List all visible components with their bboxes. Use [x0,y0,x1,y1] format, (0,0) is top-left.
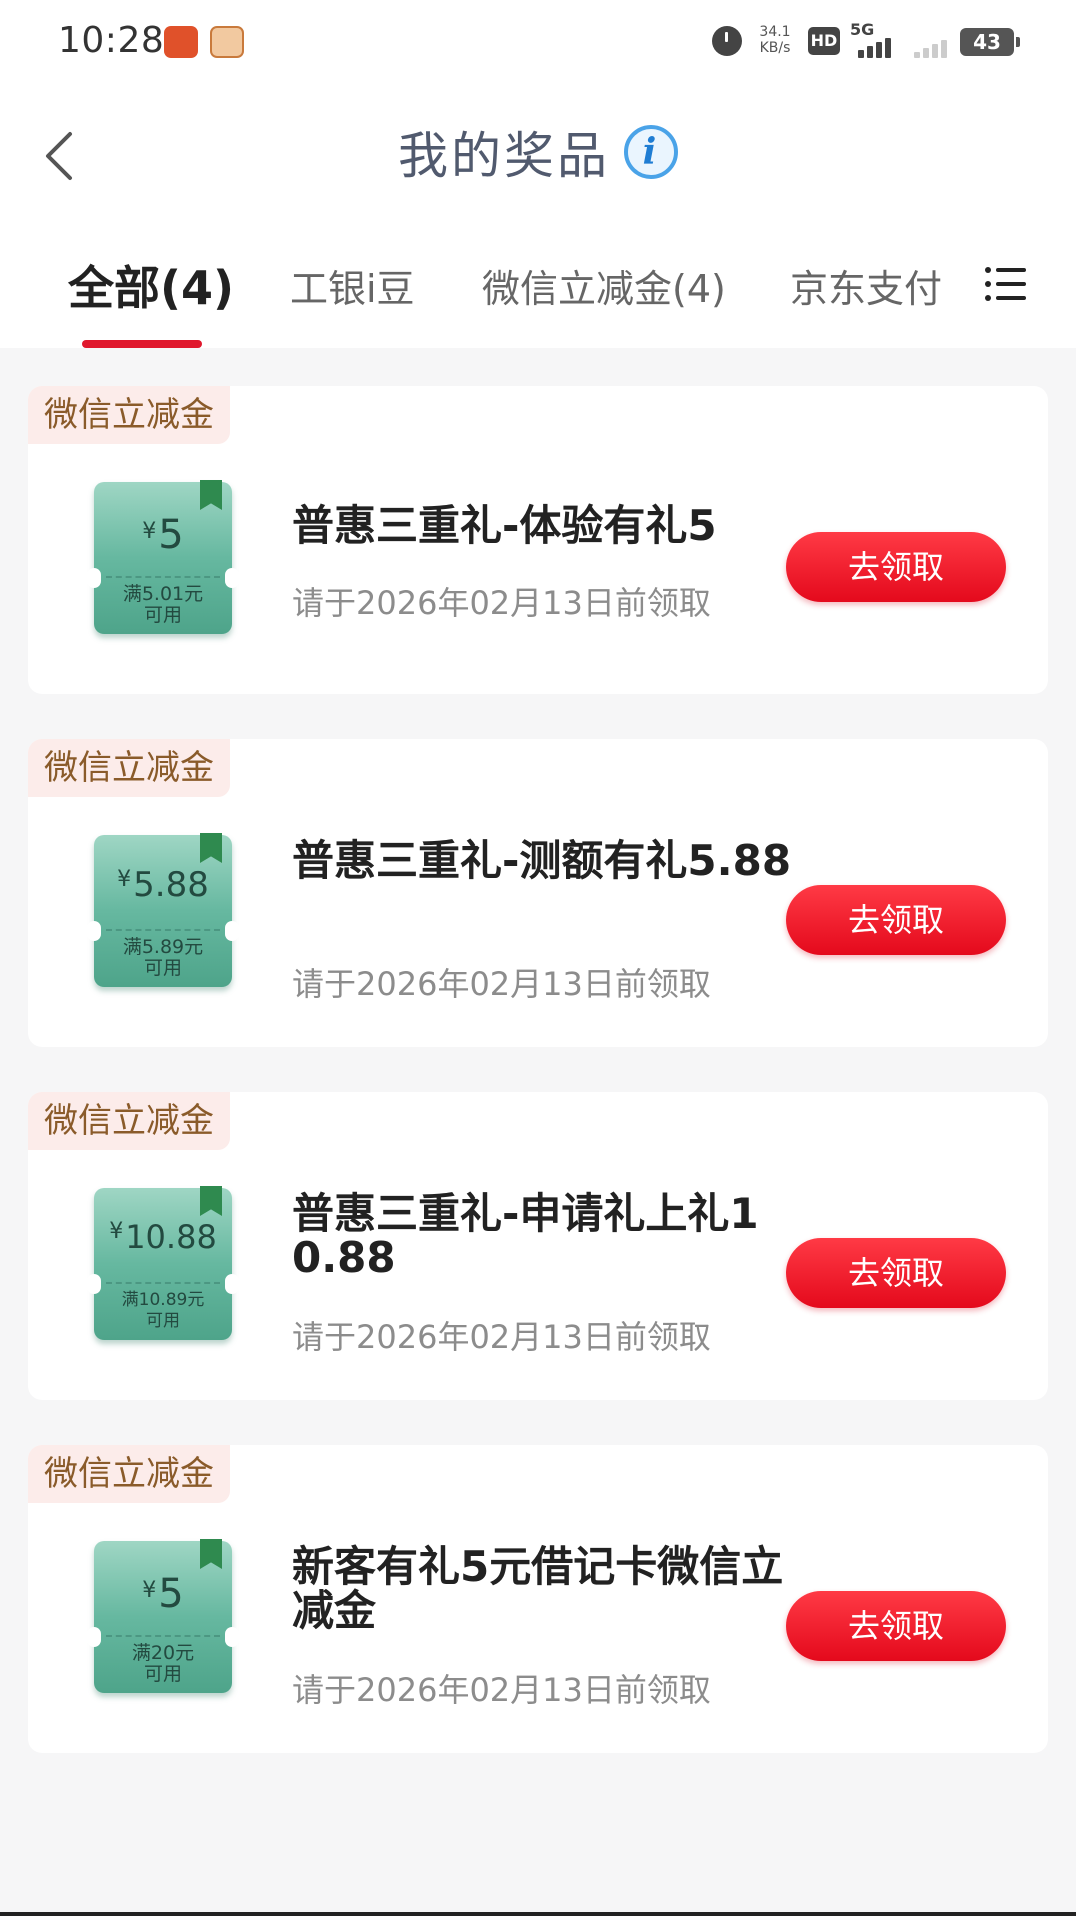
coupon-condition-line2: 可用 [143,604,182,626]
prize-card: 微信立减金 ¥5 满20元 可用 新客有礼5元借记卡微信立减金 请于2026年0… [28,1445,1048,1753]
network-type-label: 5G [850,20,875,39]
coupon-amount: ¥5 [94,512,232,558]
coupon-amount: ¥5 [94,1571,232,1617]
coupon-divider [106,1282,220,1284]
network-speed: 34.1 KB/s [750,24,800,56]
coupon-amount: ¥5.88 [94,865,232,905]
coupon-value: 5 [158,1571,184,1617]
prize-title: 新客有礼5元借记卡微信立减金 [292,1542,784,1635]
currency-symbol: ¥ [142,1578,157,1603]
coupon-ribbon-icon [200,1186,222,1216]
coupon-condition-line2: 可用 [146,1311,180,1331]
currency-symbol: ¥ [109,1219,124,1244]
prize-card: 微信立减金 ¥5.88 满5.89元 可用 普惠三重礼-测额有礼5.88 请于2… [28,739,1048,1047]
prize-type-tag: 微信立减金 [28,1445,230,1503]
coupon-ticket: ¥5 满20元 可用 [87,1539,239,1693]
coupon-amount: ¥10.88 [94,1218,232,1256]
active-tab-indicator [82,340,202,348]
tab-all[interactable]: 全部(4) [68,252,234,318]
prize-expiry: 请于2026年02月13日前领取 [292,584,711,622]
tab-icbc-beans[interactable]: 工银i豆 [290,258,415,313]
coupon-condition: 满5.01元 可用 [94,584,232,626]
prize-title: 普惠三重礼-申请礼上礼10.88 [292,1189,759,1282]
app-notification-icon-2 [210,26,244,58]
coupon-ticket: ¥10.88 满10.89元 可用 [87,1186,239,1340]
prize-title: 普惠三重礼-测额有礼5.88 [292,836,792,885]
app-notification-icon [164,26,198,58]
coupon-divider [106,929,220,931]
tab-wechat-discount[interactable]: 微信立减金(4) [482,258,726,313]
coupon-condition: 满5.89元 可用 [94,937,232,979]
bottom-edge [0,1912,1076,1916]
claim-button[interactable]: 去领取 [786,1591,1006,1661]
prize-expiry: 请于2026年02月13日前领取 [292,965,711,1003]
prize-card: 微信立减金 ¥10.88 满10.89元 可用 普惠三重礼-申请礼上礼10.88… [28,1092,1048,1400]
coupon-ribbon-icon [200,480,222,510]
claim-button[interactable]: 去领取 [786,885,1006,955]
coupon-condition: 满20元 可用 [94,1643,232,1685]
coupon-divider [106,576,220,578]
coupon-value: 5 [158,512,184,558]
coupon-condition-line2: 可用 [143,957,182,979]
network-speed-value: 34.1 [759,24,791,40]
header: 我的奖品 i [0,86,1076,218]
coupon-condition-line1: 满10.89元 [121,1290,205,1310]
coupon-condition-line1: 满20元 [131,1642,195,1664]
coupon-condition-line1: 满5.89元 [122,936,204,958]
prize-title: 普惠三重礼-体验有礼5 [292,501,717,550]
signal-icon [910,22,950,62]
alarm-icon [712,26,742,56]
prize-type-tag: 微信立减金 [28,386,230,444]
network-speed-unit: KB/s [759,40,791,56]
coupon-ticket: ¥5.88 满5.89元 可用 [87,833,239,987]
status-time: 10:28 [58,20,165,61]
prize-expiry: 请于2026年02月13日前领取 [292,1318,711,1356]
prize-type-tag: 微信立减金 [28,739,230,797]
currency-symbol: ¥ [142,519,157,544]
coupon-ribbon-icon [200,1539,222,1569]
prize-card: 微信立减金 ¥5 满5.01元 可用 普惠三重礼-体验有礼5 请于2026年02… [28,386,1048,694]
battery-icon: 43 [960,28,1020,56]
info-icon[interactable]: i [624,125,678,179]
status-bar: 10:28 34.1 KB/s HD 5G 43 [0,0,1076,86]
coupon-value: 10.88 [125,1218,217,1256]
currency-symbol: ¥ [117,867,132,892]
coupon-ticket: ¥5 满5.01元 可用 [87,480,239,634]
hd-icon: HD [808,27,840,55]
tab-jd-pay[interactable]: 京东支付 [790,258,942,313]
prize-expiry: 请于2026年02月13日前领取 [292,1671,711,1709]
coupon-condition-line1: 满5.01元 [122,583,204,605]
menu-list-icon[interactable] [984,264,1028,304]
coupon-ribbon-icon [200,833,222,863]
claim-button[interactable]: 去领取 [786,1238,1006,1308]
signal-5g-icon: 5G [850,20,900,62]
coupon-condition: 满10.89元 可用 [94,1290,232,1332]
page-title: 我的奖品 [398,127,610,185]
prize-type-tag: 微信立减金 [28,1092,230,1150]
coupon-divider [106,1635,220,1637]
claim-button[interactable]: 去领取 [786,532,1006,602]
coupon-value: 5.88 [133,865,209,905]
coupon-condition-line2: 可用 [143,1663,182,1685]
page-title-wrap: 我的奖品 i [0,116,1076,188]
tab-bar: 全部(4) 工银i豆 微信立减金(4) 京东支付 [0,218,1076,348]
